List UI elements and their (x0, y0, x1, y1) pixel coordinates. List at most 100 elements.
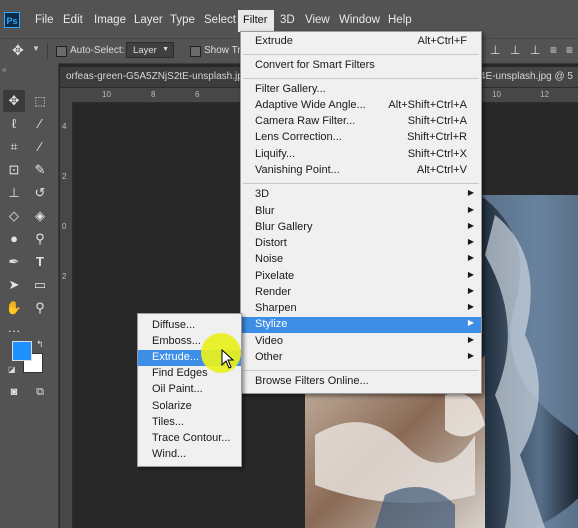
menu-3d[interactable]: 3D (280, 14, 295, 26)
show-transform-checkbox[interactable] (190, 46, 201, 57)
align-icon[interactable]: ⊥ (510, 43, 520, 57)
screen-mode-icon[interactable]: ⧉ (29, 381, 51, 403)
filter-menu-item[interactable]: Video ▶ (241, 334, 481, 350)
filter-menu-item[interactable]: Filter Gallery... (241, 82, 481, 98)
menu-select[interactable]: Select (204, 14, 236, 26)
document-tab[interactable]: 4E-unsplash.jpg @ 5 (480, 67, 578, 87)
submenu-arrow-icon: ▶ (467, 335, 474, 344)
more-tools-icon[interactable]: ··· (3, 320, 25, 342)
layer-dropdown-value: Layer (133, 45, 157, 56)
filter-menu-item[interactable]: 3D ▶ (241, 187, 481, 203)
move-tool-icon[interactable]: ✥ (3, 90, 25, 112)
swap-colors-icon[interactable]: ↰ (36, 339, 44, 350)
toolbox: « ✥ ⬚ ℓ ⁄ ⌗ ⁄ ⊡ ✎ ⊥ ↺ ◇ ◈ ● ⚲ ✒ T ➤ ▭ ✋ … (0, 63, 59, 528)
menu-edit[interactable]: Edit (63, 14, 83, 26)
menu-file[interactable]: File (35, 14, 54, 26)
dodge-tool-icon[interactable]: ⚲ (29, 228, 51, 250)
type-tool-icon[interactable]: T (29, 251, 51, 273)
filter-menu-item-stylize[interactable]: Stylize ▶ (241, 317, 481, 333)
filter-menu-item[interactable]: Convert for Smart Filters (241, 58, 481, 74)
filter-menu-item[interactable]: Extrude Alt+Ctrl+F (241, 34, 481, 50)
pen-tool-icon[interactable]: ✒ (3, 251, 25, 273)
filter-menu-item[interactable]: Liquify... Shift+Ctrl+X (241, 147, 481, 163)
magic-wand-tool-icon[interactable]: ⁄ (29, 113, 51, 135)
filter-menu-item[interactable]: Lens Correction... Shift+Ctrl+R (241, 130, 481, 146)
filter-menu-item[interactable]: Other ▶ (241, 350, 481, 366)
filter-menu-item[interactable]: Browse Filters Online... (241, 374, 481, 390)
rectangle-tool-icon[interactable]: ▭ (29, 274, 51, 296)
ruler-tick-label: 4 (62, 122, 67, 131)
filter-menu-item[interactable]: Blur Gallery ▶ (241, 220, 481, 236)
paint-bucket-tool-icon[interactable]: ◈ (29, 205, 51, 227)
separator (47, 43, 48, 59)
healing-brush-tool-icon[interactable]: ⊡ (3, 159, 25, 181)
move-tool-icon[interactable]: ✥ (12, 42, 24, 59)
ruler-tick-label: 0 (62, 222, 67, 231)
eyedropper-tool-icon[interactable]: ⁄ (29, 136, 51, 158)
default-colors-icon[interactable]: ◪ (8, 365, 16, 374)
lasso-tool-icon[interactable]: ℓ (3, 113, 25, 135)
document-tab[interactable]: orfeas-green-G5A5ZNjS2tE-unsplash.jp (60, 67, 246, 87)
auto-select-label: Auto-Select: (70, 45, 125, 56)
filter-menu: Extrude Alt+Ctrl+F Convert for Smart Filt… (240, 31, 482, 394)
collapse-icon[interactable]: « (2, 65, 6, 74)
zoom-tool-icon[interactable]: ⚲ (29, 297, 51, 319)
menu-separator (243, 54, 479, 55)
distribute-icon[interactable]: ≡ (566, 43, 573, 57)
stylize-menu-item[interactable]: Diffuse... (138, 318, 241, 334)
filter-menu-item[interactable]: Sharpen ▶ (241, 301, 481, 317)
menu-layer[interactable]: Layer (134, 14, 163, 26)
menu-image[interactable]: Image (94, 14, 126, 26)
layer-dropdown[interactable]: Layer ▼ (126, 42, 174, 58)
filter-menu-item[interactable]: Blur ▶ (241, 204, 481, 220)
stylize-menu-item[interactable]: Solarize (138, 399, 241, 415)
document-tab-label: orfeas-green-G5A5ZNjS2tE-unsplash.jp (66, 71, 243, 82)
submenu-arrow-icon: ▶ (467, 253, 474, 262)
menu-window[interactable]: Window (339, 14, 380, 26)
filter-menu-item[interactable]: Vanishing Point... Alt+Ctrl+V (241, 163, 481, 179)
chevron-down-icon[interactable]: ▼ (32, 44, 40, 53)
align-icon[interactable]: ⊥ (530, 43, 540, 57)
foreground-color-swatch[interactable] (12, 341, 32, 361)
marquee-tool-icon[interactable]: ⬚ (29, 90, 51, 112)
submenu-arrow-icon: ▶ (467, 188, 474, 197)
stylize-menu-item[interactable]: Oil Paint... (138, 382, 241, 398)
stylize-menu-item[interactable]: Wind... (138, 447, 241, 463)
distribute-icon[interactable]: ≡ (550, 43, 557, 57)
filter-menu-item[interactable]: Camera Raw Filter... Shift+Ctrl+A (241, 114, 481, 130)
menu-separator (243, 183, 479, 184)
menu-view[interactable]: View (305, 14, 330, 26)
submenu-arrow-icon: ▶ (467, 221, 474, 230)
menu-help[interactable]: Help (388, 14, 412, 26)
quick-mask-icon[interactable]: ◙ (3, 381, 25, 403)
filter-menu-item[interactable]: Pixelate ▶ (241, 269, 481, 285)
ruler-tick-label: 6 (195, 90, 200, 99)
blur-tool-icon[interactable]: ● (3, 228, 25, 250)
mouse-cursor-icon (221, 349, 235, 369)
clone-stamp-tool-icon[interactable]: ⊥ (3, 182, 25, 204)
align-icon[interactable]: ⊥ (490, 43, 500, 57)
crop-tool-icon[interactable]: ⌗ (3, 136, 25, 158)
menu-separator (243, 370, 479, 371)
filter-menu-item[interactable]: Render ▶ (241, 285, 481, 301)
brush-tool-icon[interactable]: ✎ (29, 159, 51, 181)
menu-type[interactable]: Type (170, 14, 195, 26)
chevron-down-icon: ▼ (162, 46, 169, 53)
path-selection-tool-icon[interactable]: ➤ (3, 274, 25, 296)
stylize-menu-item[interactable]: Tiles... (138, 415, 241, 431)
filter-menu-item[interactable]: Noise ▶ (241, 252, 481, 268)
eraser-tool-icon[interactable]: ◇ (3, 205, 25, 227)
ruler-tick-label: 12 (540, 90, 549, 99)
hand-tool-icon[interactable]: ✋ (3, 297, 25, 319)
history-brush-tool-icon[interactable]: ↺ (29, 182, 51, 204)
ruler-tick-label: 8 (151, 90, 156, 99)
ruler-tick-label: 10 (102, 90, 111, 99)
filter-menu-item[interactable]: Adaptive Wide Angle... Alt+Shift+Ctrl+A (241, 98, 481, 114)
photoshop-logo-icon: Ps (4, 12, 20, 28)
menu-filter[interactable]: Filter (238, 10, 274, 32)
submenu-arrow-icon: ▶ (467, 270, 474, 279)
stylize-menu-item[interactable]: Trace Contour... (138, 431, 241, 447)
submenu-arrow-icon: ▶ (467, 205, 474, 214)
filter-menu-item[interactable]: Distort ▶ (241, 236, 481, 252)
auto-select-checkbox[interactable] (56, 46, 67, 57)
